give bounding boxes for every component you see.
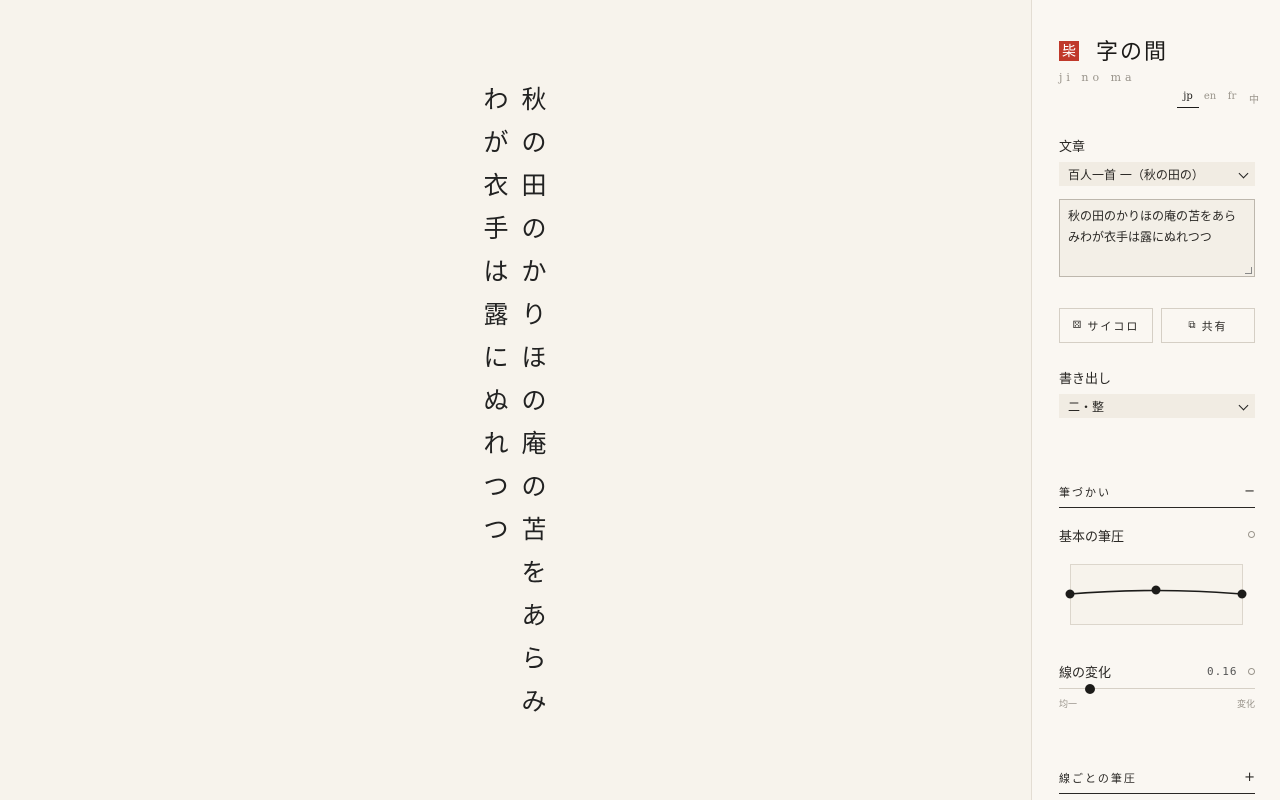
poem-glyph: に [483, 343, 509, 372]
app-title: 字の間 [1096, 40, 1169, 65]
base-pressure-label: 基本の筆圧 [1059, 530, 1125, 545]
expand-icon: + [1244, 770, 1255, 785]
poem-glyph: み [521, 687, 547, 716]
dice-button[interactable]: ⚄ サイコロ [1059, 308, 1153, 343]
poem-glyph: 庵 [521, 429, 547, 458]
poem-glyph: の [521, 386, 547, 415]
text-preset-select[interactable]: 百人一首 一（秋の田の） [1059, 162, 1255, 186]
brush-accordion-header[interactable]: 筆づかい − [1059, 484, 1255, 508]
text-section-label: 文章 [1059, 140, 1086, 155]
poem-glyph: わ [483, 85, 509, 114]
poem-glyph: 露 [483, 300, 509, 329]
poem-column-2: わが衣手は露にぬれつつ [479, 78, 513, 551]
lang-en[interactable]: en [1199, 91, 1221, 108]
poem-glyph: 衣 [483, 171, 509, 200]
slider-min-label: 均一 [1059, 700, 1078, 710]
pressure-reset-icon[interactable] [1248, 531, 1255, 538]
app-romaji: ji no ma [1059, 71, 1136, 84]
poem-glyph: ぬ [483, 386, 509, 415]
line-variation-label: 線の変化 [1059, 666, 1112, 681]
poem-glyph: の [521, 472, 547, 501]
poem-glyph: あ [521, 601, 547, 630]
calligraphy-canvas[interactable]: 秋の田のかりほの庵の苫をあらみ わが衣手は露にぬれつつ [0, 0, 1031, 800]
slider-max-label: 変化 [1237, 700, 1256, 710]
poem-glyph: の [521, 128, 547, 157]
chevron-down-icon [1238, 168, 1249, 179]
poem-glyph: を [521, 558, 547, 587]
text-preset-value: 百人一首 一（秋の田の） [1068, 167, 1204, 182]
dice-button-label: サイコロ [1087, 319, 1140, 333]
poem-column-1: 秋の田のかりほの庵の苫をあらみ [517, 78, 551, 723]
line-variation-slider-thumb[interactable] [1085, 684, 1096, 694]
per-stroke-accordion-label: 線ごとの筆圧 [1059, 772, 1137, 785]
start-section-label: 書き出し [1059, 372, 1112, 387]
brush-accordion-label: 筆づかい [1059, 486, 1111, 499]
lang-zh[interactable]: 中 [1243, 91, 1265, 108]
pressure-curve-editor[interactable] [1061, 574, 1251, 614]
poem-glyph: 秋 [521, 85, 547, 114]
copy-icon: ⧉ [1188, 320, 1198, 331]
poem-glyph: つ [483, 515, 509, 544]
collapse-icon: − [1244, 484, 1255, 499]
per-stroke-accordion-header[interactable]: 線ごとの筆圧 + [1059, 770, 1255, 794]
resize-handle-icon[interactable] [1245, 267, 1252, 274]
curve-handle-mid[interactable] [1151, 585, 1161, 595]
variation-reset-icon[interactable] [1248, 668, 1255, 675]
poem-glyph: れ [483, 429, 509, 458]
poem-glyph: ら [521, 644, 547, 673]
language-switcher: jp en fr 中 [1177, 91, 1265, 108]
poem-glyph: は [483, 257, 509, 286]
share-button-label: 共有 [1201, 319, 1228, 333]
poem-glyph: 苫 [521, 515, 547, 544]
poem-glyph: 手 [483, 214, 509, 243]
start-style-value: 二・整 [1068, 399, 1105, 414]
curve-handle-end[interactable] [1237, 589, 1247, 599]
poem-glyph: か [521, 257, 547, 286]
poem-textarea[interactable]: 秋の田のかりほの庵の苫をあらみわが衣手は露にぬれつつ [1059, 199, 1255, 277]
lang-jp[interactable]: jp [1177, 91, 1199, 108]
curve-handle-start[interactable] [1065, 589, 1075, 599]
control-sidebar: 枈 字の間 ji no ma jp en fr 中 文章 百人一首 一（秋の田の… [1031, 0, 1280, 800]
poem-glyph: 田 [521, 171, 547, 200]
poem-glyph: ほ [521, 343, 547, 372]
chevron-down-icon [1238, 400, 1249, 411]
poem-glyph: が [483, 128, 509, 157]
start-style-select[interactable]: 二・整 [1059, 394, 1255, 418]
poem-textarea-value: 秋の田のかりほの庵の苫をあらみわが衣手は露にぬれつつ [1068, 209, 1237, 244]
poem-glyph: つ [483, 472, 509, 501]
poem-glyph: り [521, 300, 547, 329]
lang-fr[interactable]: fr [1221, 91, 1243, 108]
poem-glyph: の [521, 214, 547, 243]
dice-icon: ⚄ [1072, 320, 1084, 331]
seal-logo-icon: 枈 [1059, 41, 1079, 61]
share-button[interactable]: ⧉ 共有 [1161, 308, 1255, 343]
line-variation-value: 0.16 [1207, 665, 1238, 678]
